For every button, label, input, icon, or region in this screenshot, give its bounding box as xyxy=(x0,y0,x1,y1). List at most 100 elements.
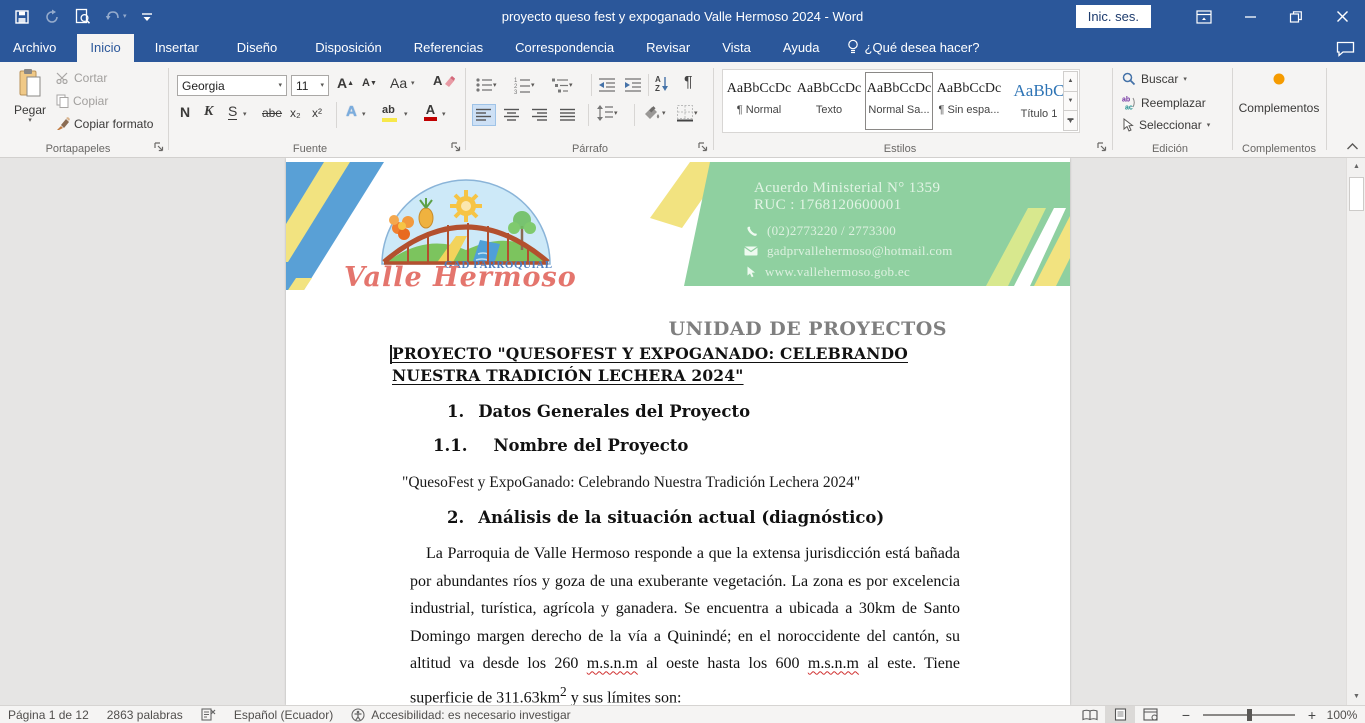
vertical-scrollbar[interactable]: ▲ ▼ xyxy=(1346,158,1365,705)
zoom-in-button[interactable]: + xyxy=(1305,707,1319,723)
zoom-slider[interactable] xyxy=(1203,714,1295,716)
styles-scroll-up-icon[interactable]: ▲ xyxy=(1063,71,1078,91)
sign-in-button[interactable]: Inic. ses. xyxy=(1076,5,1151,28)
zoom-slider-thumb[interactable] xyxy=(1247,709,1252,721)
line-spacing-button[interactable]: ▾ xyxy=(596,104,618,122)
font-dialog-launcher-icon[interactable] xyxy=(450,141,463,154)
styles-more-icon[interactable]: ▬▼ xyxy=(1063,110,1078,131)
collapse-ribbon-icon[interactable] xyxy=(1346,142,1359,151)
underline-button[interactable]: S xyxy=(228,104,237,120)
select-button[interactable]: Seleccionar▾ xyxy=(1122,118,1210,132)
decrease-indent-button[interactable] xyxy=(598,76,616,94)
replace-button[interactable]: abac Reemplazar xyxy=(1122,95,1206,110)
shrink-font-button[interactable]: A▼ xyxy=(362,77,377,89)
superscript-button[interactable]: x² xyxy=(312,106,322,120)
ribbon-tab-row: Archivo Inicio Insertar Diseño Disposici… xyxy=(0,33,1365,62)
tab-ayuda[interactable]: Ayuda xyxy=(770,34,833,62)
ribbon-display-options-icon[interactable] xyxy=(1181,0,1227,33)
tell-me-box[interactable]: ¿Qué desea hacer? xyxy=(833,33,990,62)
superscript-2: 2 xyxy=(560,684,567,699)
paste-dropdown-arrow[interactable]: ▾ xyxy=(8,117,52,124)
align-right-button[interactable] xyxy=(528,104,552,126)
font-color-button[interactable]: A xyxy=(424,102,437,121)
show-paragraph-marks-button[interactable]: ¶ xyxy=(684,74,693,92)
tab-correspondencia[interactable]: Correspondencia xyxy=(502,34,627,62)
align-left-button[interactable] xyxy=(472,104,496,126)
tab-revisar[interactable]: Revisar xyxy=(633,34,703,62)
format-painter-icon xyxy=(56,117,70,131)
format-painter-button[interactable]: Copiar formato xyxy=(56,117,153,131)
style-sin-espaciado[interactable]: AaBbCcDc ¶ Sin espa... xyxy=(935,72,1003,130)
shading-button[interactable]: ▾ xyxy=(642,104,666,122)
font-color-dropdown-arrow[interactable]: ▾ xyxy=(442,111,446,118)
bold-button[interactable]: N xyxy=(180,104,190,120)
style-normal[interactable]: AaBbCcDc ¶ Normal xyxy=(725,72,793,130)
tab-disposicion[interactable]: Disposición xyxy=(302,34,394,62)
paste-button[interactable]: Pegar ▾ xyxy=(8,68,52,124)
banner-ruc-text: RUC : 1768120600001 xyxy=(754,197,902,214)
font-size-combobox[interactable]: 11▾ xyxy=(291,75,329,96)
highlight-button[interactable]: ab xyxy=(382,102,398,123)
save-icon[interactable] xyxy=(14,9,30,25)
style-texto[interactable]: AaBbCcDc Texto xyxy=(795,72,863,130)
highlight-dropdown-arrow[interactable]: ▾ xyxy=(404,111,408,118)
document-page[interactable]: GAD PARROQUIAL Valle Hermoso Acuerdo Min… xyxy=(286,158,1070,705)
increase-indent-button[interactable] xyxy=(624,76,642,94)
grow-font-button[interactable]: A▲ xyxy=(337,75,354,91)
tab-referencias[interactable]: Referencias xyxy=(401,34,496,62)
tab-diseno[interactable]: Diseño xyxy=(224,34,290,62)
scroll-up-icon[interactable]: ▲ xyxy=(1347,158,1365,175)
read-mode-view-icon[interactable] xyxy=(1075,706,1105,723)
clipboard-dialog-launcher-icon[interactable] xyxy=(153,141,166,154)
print-preview-icon[interactable] xyxy=(74,8,91,25)
group-label-styles: Estilos xyxy=(840,143,960,155)
zoom-out-button[interactable]: − xyxy=(1179,707,1193,723)
italic-button[interactable]: K xyxy=(204,104,213,120)
bullets-button[interactable]: ▾ xyxy=(475,76,497,94)
tab-insertar[interactable]: Insertar xyxy=(142,34,212,62)
text-effects-button[interactable]: A xyxy=(346,103,357,120)
print-layout-view-icon[interactable] xyxy=(1105,706,1135,723)
page-indicator[interactable]: Página 1 de 12 xyxy=(8,708,89,722)
web-layout-view-icon[interactable] xyxy=(1135,706,1165,723)
spellcheck-word: m.s.n.m xyxy=(808,655,859,672)
font-family-combobox[interactable]: Georgia▾ xyxy=(177,75,287,96)
feedback-icon[interactable] xyxy=(1336,41,1355,57)
borders-button[interactable]: ▾ xyxy=(676,104,698,122)
restore-button[interactable] xyxy=(1273,0,1319,33)
tab-archivo[interactable]: Archivo xyxy=(0,34,69,62)
strikethrough-button[interactable]: abe xyxy=(262,106,282,120)
addins-button[interactable]: Complementos xyxy=(1238,72,1320,115)
proofing-icon[interactable] xyxy=(201,708,216,721)
sort-button[interactable]: AZ xyxy=(655,75,669,93)
close-button[interactable] xyxy=(1319,0,1365,33)
minimize-button[interactable] xyxy=(1227,0,1273,33)
group-label-paragraph: Párrafo xyxy=(530,143,650,155)
word-count[interactable]: 2863 palabras xyxy=(107,708,183,722)
scroll-down-icon[interactable]: ▼ xyxy=(1347,688,1365,705)
underline-dropdown-arrow[interactable]: ▾ xyxy=(243,111,247,118)
accessibility-status[interactable]: Accesibilidad: es necesario investigar xyxy=(351,708,570,722)
paragraph-dialog-launcher-icon[interactable] xyxy=(697,141,710,154)
numbering-button[interactable]: 123 ▾ xyxy=(513,76,535,94)
styles-dialog-launcher-icon[interactable] xyxy=(1096,141,1109,154)
align-center-button[interactable] xyxy=(500,104,524,126)
change-case-button[interactable]: Aa ▾ xyxy=(390,75,415,91)
text-effects-dropdown-arrow[interactable]: ▾ xyxy=(362,111,366,118)
find-button[interactable]: Buscar▾ xyxy=(1122,72,1187,86)
multilevel-list-button[interactable]: ▾ xyxy=(551,76,573,94)
justify-button[interactable] xyxy=(556,104,580,126)
styles-scroll-down-icon[interactable]: ▼ xyxy=(1063,91,1078,111)
zoom-level[interactable]: 100% xyxy=(1319,708,1365,722)
clear-formatting-button[interactable]: A xyxy=(433,73,455,88)
scrollbar-thumb[interactable] xyxy=(1349,177,1364,211)
tab-vista[interactable]: Vista xyxy=(709,34,764,62)
tab-inicio[interactable]: Inicio xyxy=(77,34,133,62)
banner-phone-row: (02)2773220 / 2773300 xyxy=(746,223,896,239)
svg-text:ac: ac xyxy=(1125,105,1133,111)
customize-quick-access-icon[interactable] xyxy=(141,11,153,23)
language-indicator[interactable]: Español (Ecuador) xyxy=(234,708,333,722)
style-normal-sa[interactable]: AaBbCcDc Normal Sa... xyxy=(865,72,933,130)
title-bar: ▾ proyecto queso fest y expoganado Valle… xyxy=(0,0,1365,33)
subscript-button[interactable]: x₂ xyxy=(290,106,301,120)
